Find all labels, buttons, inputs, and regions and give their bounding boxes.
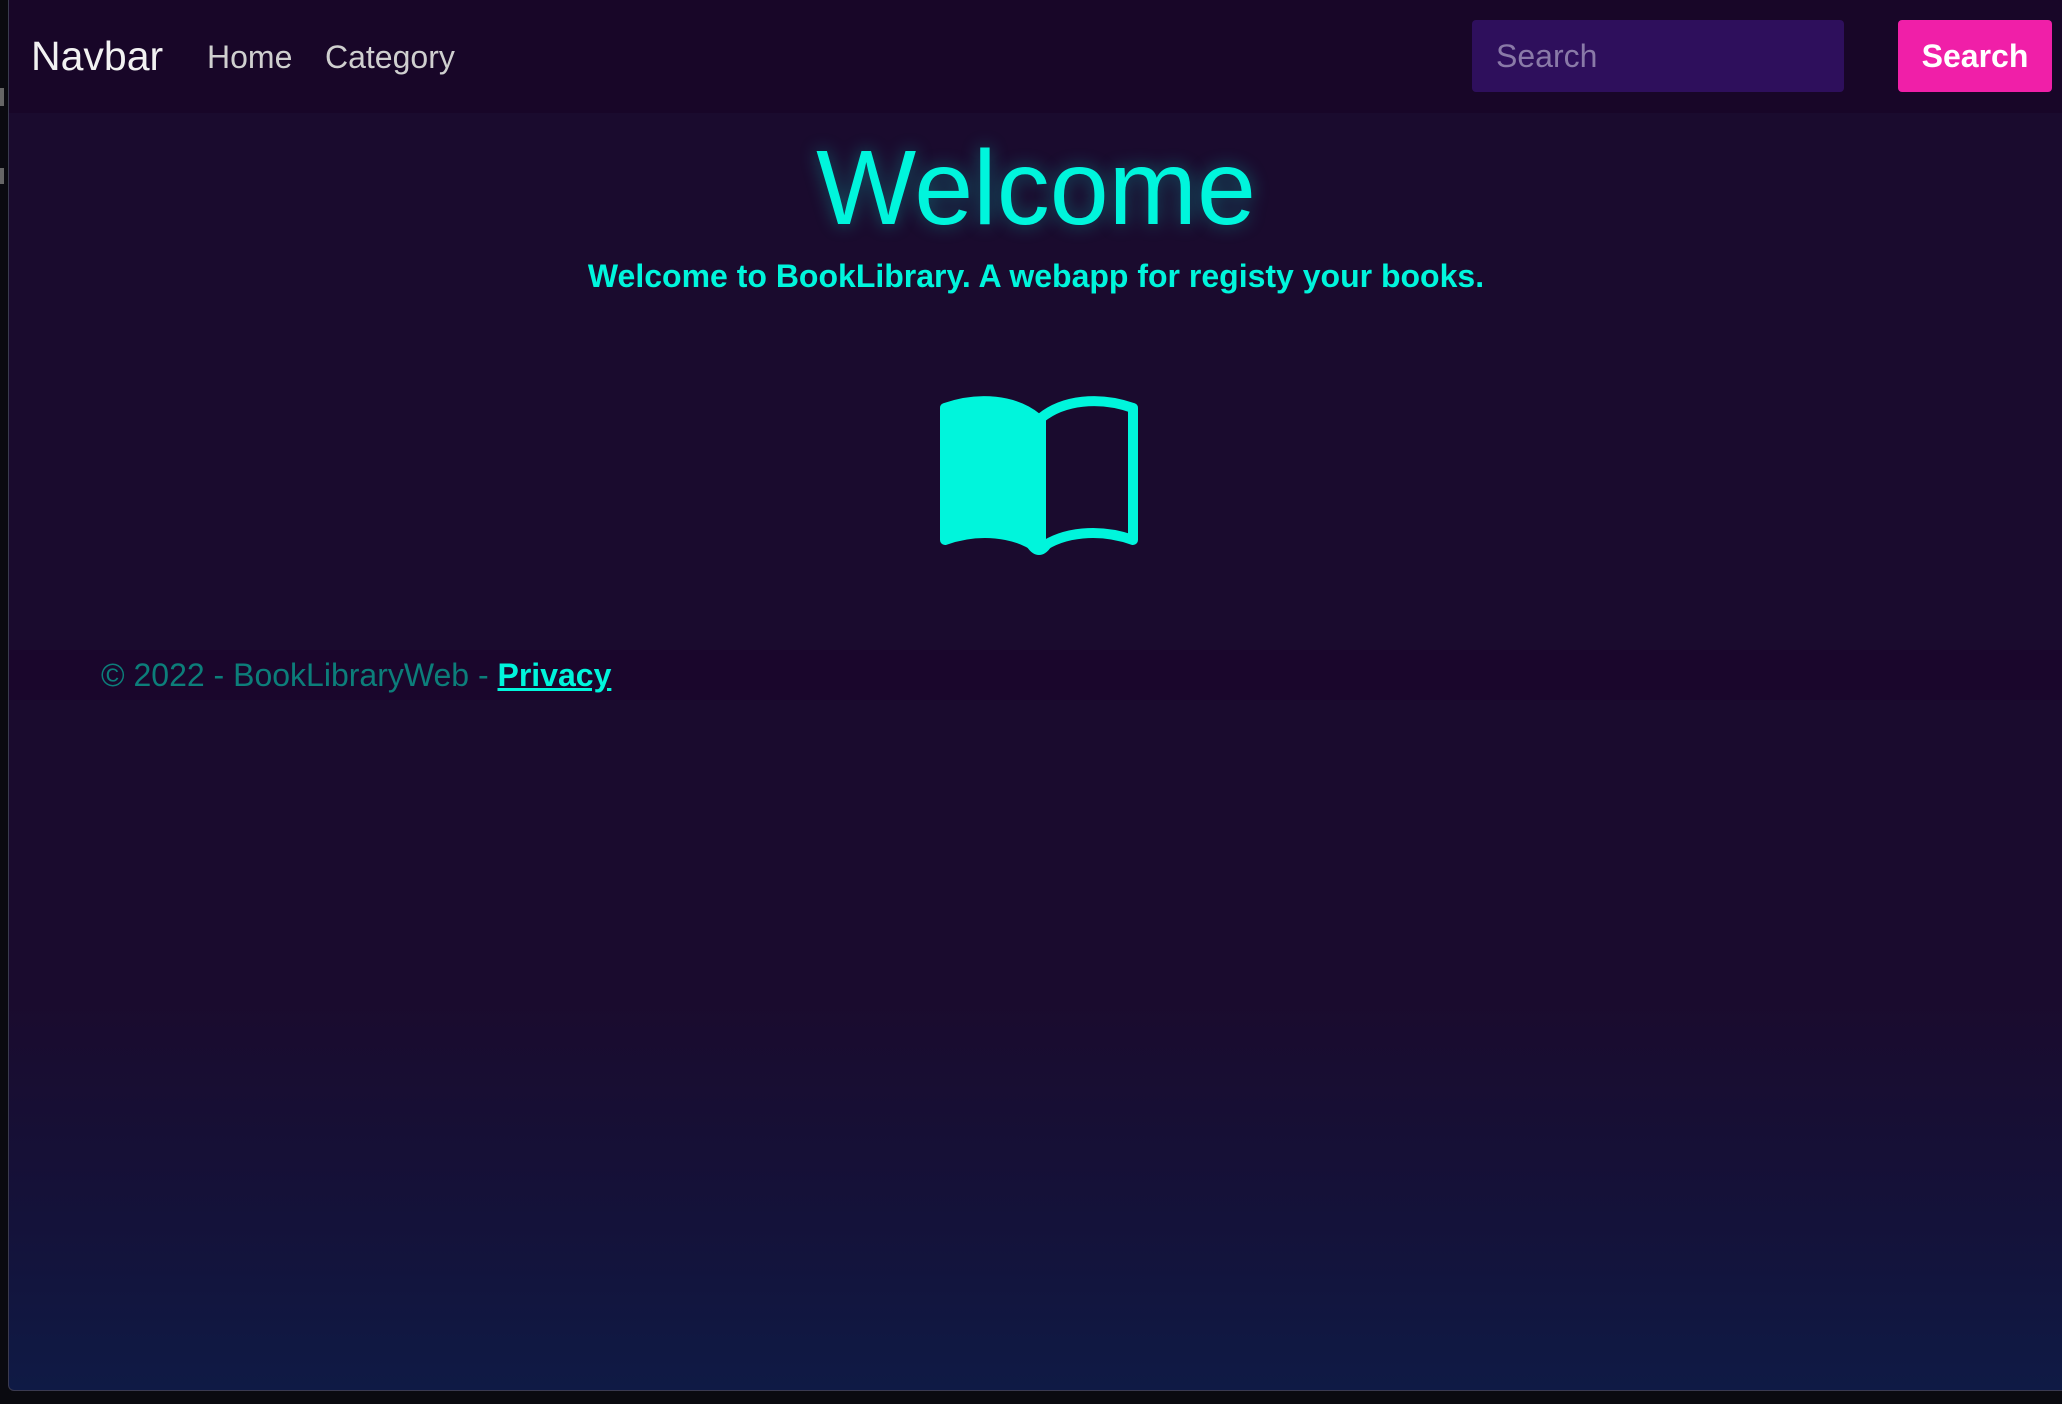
- copyright-text: © 2022 - BookLibraryWeb -: [101, 657, 498, 693]
- footer-text: © 2022 - BookLibraryWeb - Privacy: [101, 654, 611, 696]
- nav-link-category[interactable]: Category: [325, 36, 455, 78]
- search-button[interactable]: Search: [1898, 20, 2052, 92]
- page-title: Welcome: [816, 129, 1256, 247]
- window-edge: [0, 0, 8, 1404]
- search-input[interactable]: [1472, 20, 1844, 92]
- main-content: Welcome Welcome to BookLibrary. A webapp…: [9, 113, 2062, 650]
- nav-link-home[interactable]: Home: [207, 36, 292, 78]
- navbar: Navbar Home Category Search: [9, 0, 2062, 113]
- edge-mark: [0, 168, 4, 184]
- edge-mark: [0, 88, 4, 106]
- open-book-icon: [940, 396, 1138, 555]
- page-viewport: Navbar Home Category Search Welcome Welc…: [8, 0, 2062, 1391]
- footer: © 2022 - BookLibraryWeb - Privacy: [9, 650, 2062, 700]
- welcome-text: Welcome to BookLibrary. A webapp for reg…: [587, 258, 1485, 294]
- navbar-brand[interactable]: Navbar: [31, 30, 163, 82]
- privacy-link[interactable]: Privacy: [498, 657, 612, 693]
